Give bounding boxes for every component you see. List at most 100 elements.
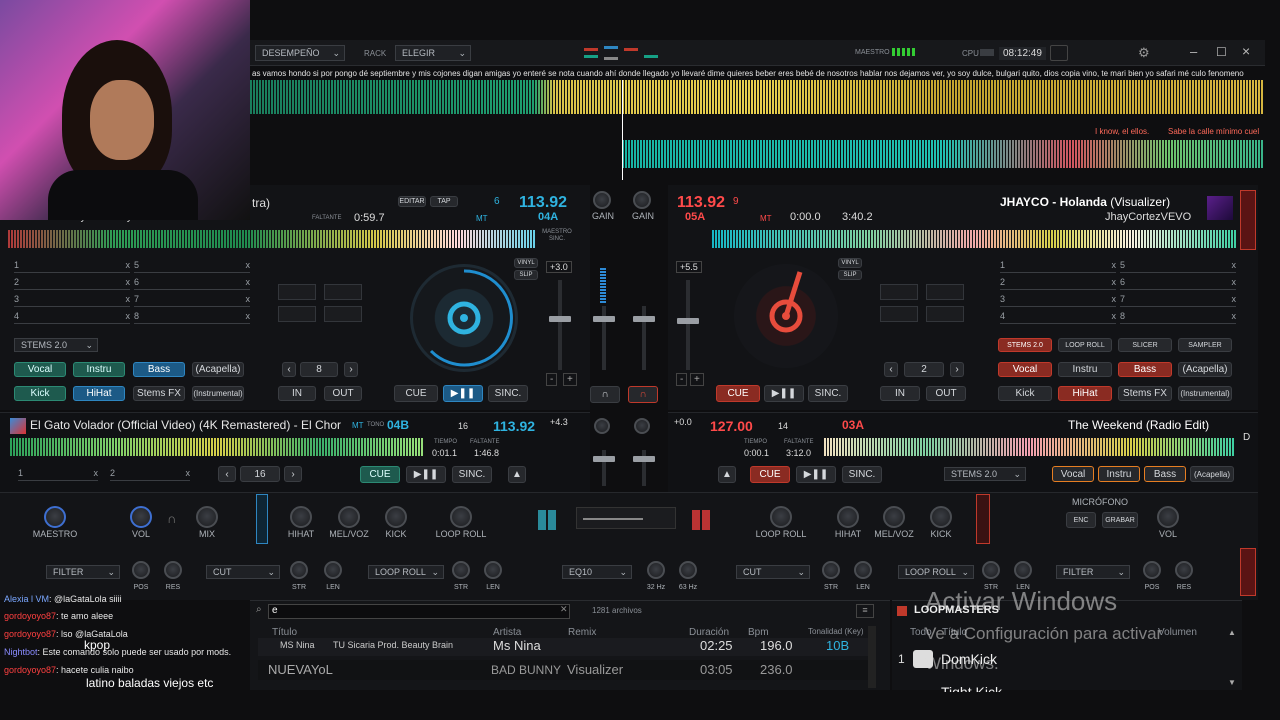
deck1-loop-next[interactable]: › bbox=[344, 362, 358, 377]
deck1-slot[interactable]: 1x bbox=[14, 260, 130, 273]
deck3-up-button[interactable]: ▲ bbox=[508, 466, 526, 483]
mix-knob[interactable] bbox=[196, 506, 218, 528]
kick-knob-left[interactable] bbox=[385, 506, 407, 528]
deck2-jogwheel[interactable] bbox=[734, 264, 838, 368]
deck1-vinyl-button[interactable]: VINYL bbox=[514, 258, 538, 268]
deck4-pad-acapella[interactable]: (Acapella) bbox=[1190, 466, 1234, 482]
loop-roll-select-right[interactable]: LOOP ROLL ⌄ bbox=[898, 565, 974, 579]
deck1-stems-select[interactable]: STEMS 2.0 ⌄ bbox=[14, 338, 98, 352]
cut-select-left[interactable]: CUT ⌄ bbox=[206, 565, 280, 579]
eq-32hz-knob[interactable] bbox=[647, 561, 665, 579]
deck2-loop-size[interactable]: 2 bbox=[904, 362, 944, 377]
deck2-slot[interactable]: 3x bbox=[1000, 294, 1116, 307]
rack-select[interactable]: ELEGIR ⌄ bbox=[395, 45, 471, 61]
vol-knob-left[interactable] bbox=[130, 506, 152, 528]
deck1-out-button[interactable]: OUT bbox=[324, 386, 362, 401]
search-input[interactable]: e bbox=[268, 604, 570, 619]
deck1-pitch-fader[interactable] bbox=[549, 316, 571, 322]
side-item-2[interactable]: Tight Kick bbox=[941, 684, 1002, 692]
vol-knob-right[interactable] bbox=[1157, 506, 1179, 528]
deck2-pad-instrumental[interactable]: (Instrumental) bbox=[1178, 386, 1232, 401]
deck4-sync-button[interactable]: SINC. bbox=[842, 466, 882, 483]
deck2-minus-button[interactable]: - bbox=[676, 373, 688, 386]
minimize-icon[interactable]: – bbox=[1190, 44, 1197, 59]
col-bpm[interactable]: Bpm bbox=[748, 627, 769, 638]
deck2-loop-prev[interactable]: ‹ bbox=[884, 362, 898, 377]
len-knob-3[interactable] bbox=[854, 561, 872, 579]
deck1-plus-button[interactable]: + bbox=[563, 373, 577, 386]
maximize-icon[interactable]: ☐ bbox=[1216, 45, 1227, 59]
record-icon[interactable] bbox=[1050, 45, 1068, 61]
deck1-pad-instru[interactable]: Instru bbox=[73, 362, 125, 377]
gain-knob-3[interactable] bbox=[594, 418, 610, 434]
deck1-cue-button[interactable]: CUE bbox=[394, 385, 438, 402]
deck3-loop-next[interactable]: › bbox=[284, 466, 302, 482]
gain-knob-right[interactable] bbox=[633, 191, 651, 209]
deck2-slip-button[interactable]: SLIP bbox=[838, 270, 862, 280]
side-scroll-down-icon[interactable]: ▼ bbox=[1228, 678, 1236, 687]
str-knob-4[interactable] bbox=[982, 561, 1000, 579]
deck4-pad-bass[interactable]: Bass bbox=[1144, 466, 1186, 482]
deck1-pad-hihat[interactable]: HiHat bbox=[73, 386, 125, 401]
deck4-cue-button[interactable]: CUE bbox=[750, 466, 790, 483]
deck2-tab-stems[interactable]: STEMS 2.0 bbox=[998, 338, 1052, 352]
deck1-slot[interactable]: 8x bbox=[134, 311, 250, 324]
str-knob-3[interactable] bbox=[822, 561, 840, 579]
deck4-pad-instru[interactable]: Instru bbox=[1098, 466, 1140, 482]
deck3-slot[interactable]: 1x bbox=[18, 468, 98, 481]
res-knob-right[interactable] bbox=[1175, 561, 1193, 579]
channel-fader-3[interactable] bbox=[593, 456, 615, 462]
deck2-slot[interactable]: 8x bbox=[1120, 311, 1236, 324]
col-artist[interactable]: Artista bbox=[493, 627, 521, 638]
deck2-effect-field-4[interactable] bbox=[926, 306, 964, 322]
headphone-right-button[interactable]: ∩ bbox=[628, 386, 658, 403]
deck3-slot[interactable]: 2x bbox=[110, 468, 190, 481]
deck3-play-button[interactable]: ▶❚❚ bbox=[406, 466, 446, 483]
kick-knob-right[interactable] bbox=[930, 506, 952, 528]
melvoz-knob-right[interactable] bbox=[883, 506, 905, 528]
deck2-tab-slicer[interactable]: SLICER bbox=[1118, 338, 1172, 352]
deck1-effect-field-2[interactable] bbox=[324, 284, 362, 300]
deck1-slip-button[interactable]: SLIP bbox=[514, 270, 538, 280]
deck1-edit-button[interactable]: EDITAR bbox=[398, 196, 426, 207]
deck1-slot[interactable]: 5x bbox=[134, 260, 250, 273]
filter-select-left[interactable]: FILTER ⌄ bbox=[46, 565, 120, 579]
len-knob-2[interactable] bbox=[484, 561, 502, 579]
deck2-pad-acapella[interactable]: (Acapella) bbox=[1178, 362, 1232, 377]
str-knob-1[interactable] bbox=[290, 561, 308, 579]
clear-search-icon[interactable]: ✕ bbox=[560, 604, 568, 615]
side-scroll-up-icon[interactable]: ▲ bbox=[1228, 628, 1236, 637]
deck1-minus-button[interactable]: - bbox=[546, 373, 558, 386]
deck2-slot[interactable]: 5x bbox=[1120, 260, 1236, 273]
col-duration[interactable]: Duración bbox=[689, 627, 729, 638]
deck2-pad-stemsfx[interactable]: Stems FX bbox=[1118, 386, 1172, 401]
col-remix[interactable]: Remix bbox=[568, 627, 596, 638]
deck2-vinyl-button[interactable]: VINYL bbox=[838, 258, 862, 268]
gain-knob-left[interactable] bbox=[593, 191, 611, 209]
pos-knob-left[interactable] bbox=[132, 561, 150, 579]
headphone-left-button[interactable]: ∩ bbox=[590, 386, 620, 403]
deck2-slot[interactable]: 7x bbox=[1120, 294, 1236, 307]
deck1-pad-bass[interactable]: Bass bbox=[133, 362, 185, 377]
deck1-effect-field[interactable] bbox=[278, 284, 316, 300]
deck2-tab-loop-roll[interactable]: LOOP ROLL bbox=[1058, 338, 1112, 352]
str-knob-2[interactable] bbox=[452, 561, 470, 579]
deck2-effect-field-2[interactable] bbox=[926, 284, 964, 300]
deck4-stems-select[interactable]: STEMS 2.0 ⌄ bbox=[944, 467, 1026, 481]
res-knob-left[interactable] bbox=[164, 561, 182, 579]
gain-knob-4[interactable] bbox=[634, 418, 650, 434]
deck1-slot[interactable]: 7x bbox=[134, 294, 250, 307]
col-key[interactable]: Tonalidad (Key) bbox=[808, 627, 864, 636]
len-knob-1[interactable] bbox=[324, 561, 342, 579]
deck2-slot[interactable]: 6x bbox=[1120, 277, 1236, 290]
gear-icon[interactable]: ⚙ bbox=[1138, 45, 1150, 61]
filter-select-right[interactable]: FILTER ⌄ bbox=[1056, 565, 1130, 579]
deck1-effect-field-3[interactable] bbox=[278, 306, 316, 322]
deck2-effect-field-3[interactable] bbox=[880, 306, 918, 322]
channel-fader-4[interactable] bbox=[633, 456, 655, 462]
channel-fader-1[interactable] bbox=[593, 316, 615, 322]
list-view-icon[interactable]: ≡ bbox=[856, 604, 874, 618]
hihat-knob-left[interactable] bbox=[290, 506, 312, 528]
deck2-effect-field[interactable] bbox=[880, 284, 918, 300]
loop-roll-knob-right[interactable] bbox=[770, 506, 792, 528]
